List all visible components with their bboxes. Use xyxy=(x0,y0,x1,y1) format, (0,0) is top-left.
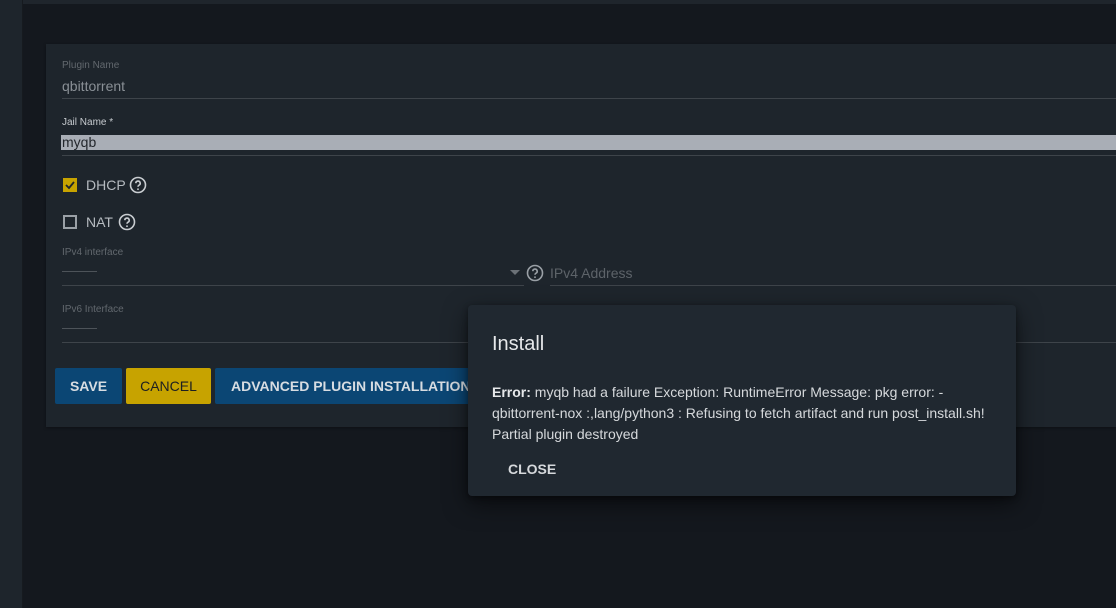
save-button[interactable]: SAVE xyxy=(55,368,122,404)
error-label: Error: xyxy=(492,384,531,400)
error-message-text: myqb had a failure Exception: RuntimeErr… xyxy=(492,384,985,442)
help-circle-icon[interactable] xyxy=(526,264,544,282)
ipv4-interface-label: IPv4 interface xyxy=(62,247,124,258)
nat-checkbox[interactable] xyxy=(63,215,77,229)
help-circle-icon[interactable] xyxy=(129,176,147,194)
install-error-dialog: Install Error: myqb had a failure Except… xyxy=(468,305,1016,496)
ipv4-interface-value xyxy=(62,271,97,272)
help-circle-icon[interactable] xyxy=(118,213,136,231)
plugin-name-label: Plugin Name xyxy=(62,60,120,71)
left-rail xyxy=(0,0,23,608)
dialog-title: Install xyxy=(492,333,545,355)
ipv4-address-input[interactable]: IPv4 Address xyxy=(550,265,633,281)
dhcp-label: DHCP xyxy=(86,177,126,193)
check-icon xyxy=(65,181,75,190)
dhcp-checkbox[interactable] xyxy=(63,178,77,192)
plugin-name-value: qbittorrent xyxy=(62,78,126,94)
ipv4-address-underline xyxy=(550,285,1116,286)
jail-name-input[interactable]: myqb xyxy=(61,135,1116,150)
advanced-plugin-installation-button[interactable]: ADVANCED PLUGIN INSTALLATION xyxy=(215,368,475,404)
dropdown-arrow-icon[interactable] xyxy=(510,270,520,275)
ipv4-interface-underline[interactable] xyxy=(62,285,524,286)
dialog-message: Error: myqb had a failure Exception: Run… xyxy=(492,382,997,445)
plugin-name-underline xyxy=(62,98,1116,99)
jail-name-underline xyxy=(62,155,1116,156)
close-button[interactable]: CLOSE xyxy=(496,455,568,483)
ipv6-interface-label: IPv6 Interface xyxy=(62,304,124,315)
nat-label: NAT xyxy=(86,214,113,230)
cancel-button[interactable]: CANCEL xyxy=(126,368,211,404)
jail-name-label: Jail Name * xyxy=(62,117,114,128)
ipv6-interface-value xyxy=(62,328,97,329)
